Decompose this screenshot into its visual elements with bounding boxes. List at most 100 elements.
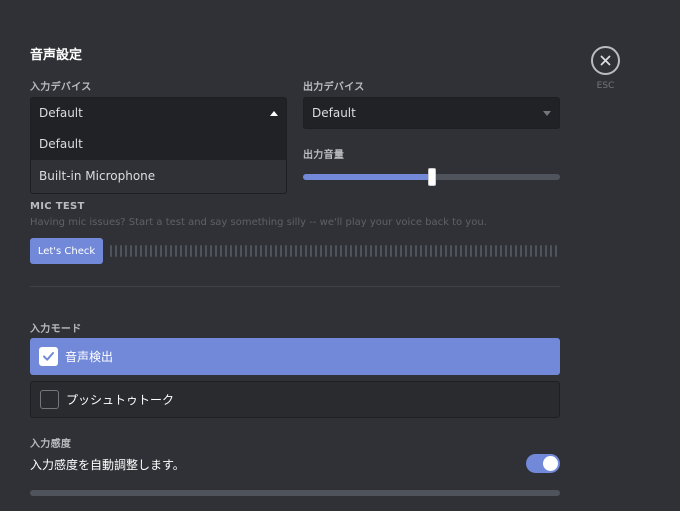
input-device-select[interactable]: Default (30, 97, 287, 129)
meter-bar (180, 245, 182, 257)
meter-bar (375, 245, 377, 257)
meter-bar (210, 245, 212, 257)
checkbox-checked[interactable] (39, 347, 58, 366)
meter-bar (240, 245, 242, 257)
lets-check-button[interactable]: Let's Check (30, 238, 103, 264)
meter-bar (255, 245, 257, 257)
meter-bar (360, 245, 362, 257)
meter-bar (140, 245, 142, 257)
mic-level-meter (110, 245, 557, 257)
meter-bar (165, 245, 167, 257)
checkbox-unchecked[interactable] (40, 390, 59, 409)
meter-bar (195, 245, 197, 257)
meter-bar (275, 245, 277, 257)
meter-bar (295, 245, 297, 257)
meter-bar (390, 245, 392, 257)
meter-bar (325, 245, 327, 257)
slider-handle[interactable] (427, 168, 436, 186)
meter-bar (270, 245, 272, 257)
chevron-up-icon (270, 110, 278, 116)
checkmark-icon (43, 352, 54, 361)
auto-sensitivity-toggle[interactable] (526, 454, 560, 473)
meter-bar (430, 245, 432, 257)
meter-bar (450, 245, 452, 257)
meter-bar (540, 245, 542, 257)
dropdown-option-builtin-mic[interactable]: Built-in Microphone (31, 160, 286, 192)
meter-bar (505, 245, 507, 257)
meter-bar (370, 245, 372, 257)
output-device-select[interactable]: Default (303, 97, 560, 129)
input-sensitivity-label: 入力感度 (30, 439, 72, 450)
meter-bar (440, 245, 442, 257)
mode-option-push-to-talk[interactable]: プッシュトゥトーク (30, 381, 560, 418)
close-button[interactable] (591, 46, 620, 75)
meter-bar (495, 245, 497, 257)
meter-bar (380, 245, 382, 257)
toggle-knob (543, 456, 558, 471)
auto-sensitivity-label: 入力感度を自動調整します。 (30, 458, 185, 472)
input-mode-label: 入力モード (30, 324, 82, 335)
meter-bar (350, 245, 352, 257)
meter-bar (400, 245, 402, 257)
meter-bar (185, 245, 187, 257)
meter-bar (230, 245, 232, 257)
meter-bar (320, 245, 322, 257)
meter-bar (490, 245, 492, 257)
meter-bar (285, 245, 287, 257)
output-device-value: Default (312, 106, 356, 120)
meter-bar (435, 245, 437, 257)
mic-test-label: MIC TEST (30, 201, 85, 212)
meter-bar (365, 245, 367, 257)
output-volume-label: 出力音量 (303, 150, 345, 161)
meter-bar (290, 245, 292, 257)
meter-bar (500, 245, 502, 257)
output-device-label: 出力デバイス (303, 82, 365, 93)
meter-bar (155, 245, 157, 257)
meter-bar (235, 245, 237, 257)
esc-label: ESC (596, 81, 615, 91)
meter-bar (395, 245, 397, 257)
meter-bar (190, 245, 192, 257)
meter-bar (525, 245, 527, 257)
meter-bar (135, 245, 137, 257)
meter-bar (455, 245, 457, 257)
page-title: 音声設定 (30, 48, 83, 63)
meter-bar (160, 245, 162, 257)
meter-bar (305, 245, 307, 257)
meter-bar (110, 245, 112, 257)
meter-bar (545, 245, 547, 257)
meter-bar (550, 245, 552, 257)
chevron-down-icon (543, 110, 551, 116)
meter-bar (340, 245, 342, 257)
meter-bar (425, 245, 427, 257)
meter-bar (245, 245, 247, 257)
mode-option-label: 音声検出 (65, 350, 114, 364)
meter-bar (265, 245, 267, 257)
output-volume-slider[interactable] (303, 168, 560, 186)
meter-bar (150, 245, 152, 257)
meter-bar (555, 245, 557, 257)
mode-option-voice-activity[interactable]: 音声検出 (30, 338, 560, 375)
meter-bar (260, 245, 262, 257)
meter-bar (205, 245, 207, 257)
meter-bar (220, 245, 222, 257)
meter-bar (120, 245, 122, 257)
meter-bar (530, 245, 532, 257)
input-device-value: Default (39, 106, 83, 120)
meter-bar (145, 245, 147, 257)
meter-bar (175, 245, 177, 257)
dropdown-option-default[interactable]: Default (31, 128, 286, 160)
meter-bar (225, 245, 227, 257)
meter-bar (330, 245, 332, 257)
meter-bar (310, 245, 312, 257)
divider (30, 286, 560, 287)
meter-bar (170, 245, 172, 257)
sensitivity-bar (30, 490, 560, 496)
meter-bar (125, 245, 127, 257)
meter-bar (410, 245, 412, 257)
meter-bar (250, 245, 252, 257)
meter-bar (470, 245, 472, 257)
input-device-dropdown: Default Built-in Microphone (30, 128, 287, 194)
meter-bar (510, 245, 512, 257)
meter-bar (415, 245, 417, 257)
